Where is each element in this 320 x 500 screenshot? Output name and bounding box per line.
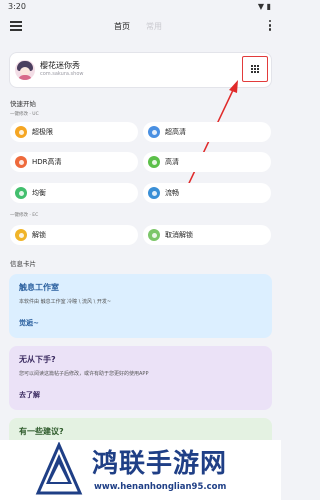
option-unlock[interactable]: 解锁 <box>10 225 138 245</box>
watermark-title: 鸿联手游网 <box>92 449 228 479</box>
option-hd-icon <box>148 156 160 168</box>
status-time: 3:20 <box>8 2 26 11</box>
info-card-studio[interactable]: 触息工作室 本软件由 触息工作室 冷瞳 \ 流风 \ 开发~ 觉逅~ <box>9 274 272 338</box>
option-hdr[interactable]: HDR高清 <box>10 152 138 172</box>
watermark-url: www.henanhonglian95.com <box>94 482 227 492</box>
tab-common[interactable]: 常用 <box>146 21 162 32</box>
option-extreme[interactable]: 超极限 <box>10 122 138 142</box>
status-bar: 3:20 ▼ ▮ <box>0 0 281 14</box>
info-card-title: 有一些建议? <box>19 427 64 436</box>
menu-icon[interactable] <box>10 21 22 31</box>
more-options-icon[interactable] <box>267 20 273 34</box>
app-profile-card[interactable]: 樱花迷你秀 com.sakura.show <box>9 52 272 88</box>
option-ultra-hd-icon <box>148 126 160 138</box>
info-card-help[interactable]: 无从下手? 您可以阅读这篇帖子后修改，或许有助于您更好的使用APP 去了解 <box>9 346 272 410</box>
app-name: 樱花迷你秀 <box>40 61 80 70</box>
option-balanced[interactable]: 均衡 <box>10 183 138 203</box>
option-hdr-icon <box>15 156 27 168</box>
option-cancel-unlock[interactable]: 取消解锁 <box>143 225 271 245</box>
quick-start-title: 快速开始 <box>10 100 36 108</box>
tab-home[interactable]: 首页 <box>114 21 130 32</box>
info-cards-title: 信息卡片 <box>10 260 36 268</box>
info-card-title: 无从下手? <box>19 355 56 364</box>
app-package: com.sakura.show <box>40 71 84 77</box>
watermark-logo <box>35 442 83 495</box>
option-ultra-hd[interactable]: 超高清 <box>143 122 271 142</box>
watermark-banner: 鸿联手游网 www.henanhonglian95.com <box>0 440 281 500</box>
quick-start-group1-label: 一键修改 · UC <box>10 112 39 117</box>
option-label: 解锁 <box>32 231 46 239</box>
info-card-desc: 您可以阅读这篇帖子后修改，或许有助于您更好的使用APP <box>19 371 149 377</box>
option-smooth-icon <box>148 187 160 199</box>
status-icons: ▼ ▮ <box>257 2 271 11</box>
option-label: 超极限 <box>32 128 53 136</box>
info-card-action[interactable]: 去了解 <box>19 390 40 400</box>
info-card-title: 触息工作室 <box>19 283 59 292</box>
option-label: 均衡 <box>32 189 46 197</box>
option-hd[interactable]: 高清 <box>143 152 271 172</box>
option-smooth[interactable]: 流畅 <box>143 183 271 203</box>
option-extreme-icon <box>15 126 27 138</box>
info-card-desc: 本软件由 触息工作室 冷瞳 \ 流风 \ 开发~ <box>19 299 112 305</box>
info-card-action[interactable]: 觉逅~ <box>19 318 39 328</box>
grid-icon <box>251 65 259 73</box>
avatar <box>15 60 35 80</box>
option-label: 流畅 <box>165 189 179 197</box>
option-unlock-icon <box>15 229 27 241</box>
option-label: 取消解锁 <box>165 231 193 239</box>
option-label: 超高清 <box>165 128 186 136</box>
quick-start-group2-label: 一键修改 · EC <box>10 213 39 218</box>
option-balanced-icon <box>15 187 27 199</box>
option-label: 高清 <box>165 158 179 166</box>
grid-menu-button[interactable] <box>242 56 268 82</box>
option-cancel-unlock-icon <box>148 229 160 241</box>
option-label: HDR高清 <box>32 158 62 166</box>
app-bar: 首页 常用 <box>0 14 281 40</box>
